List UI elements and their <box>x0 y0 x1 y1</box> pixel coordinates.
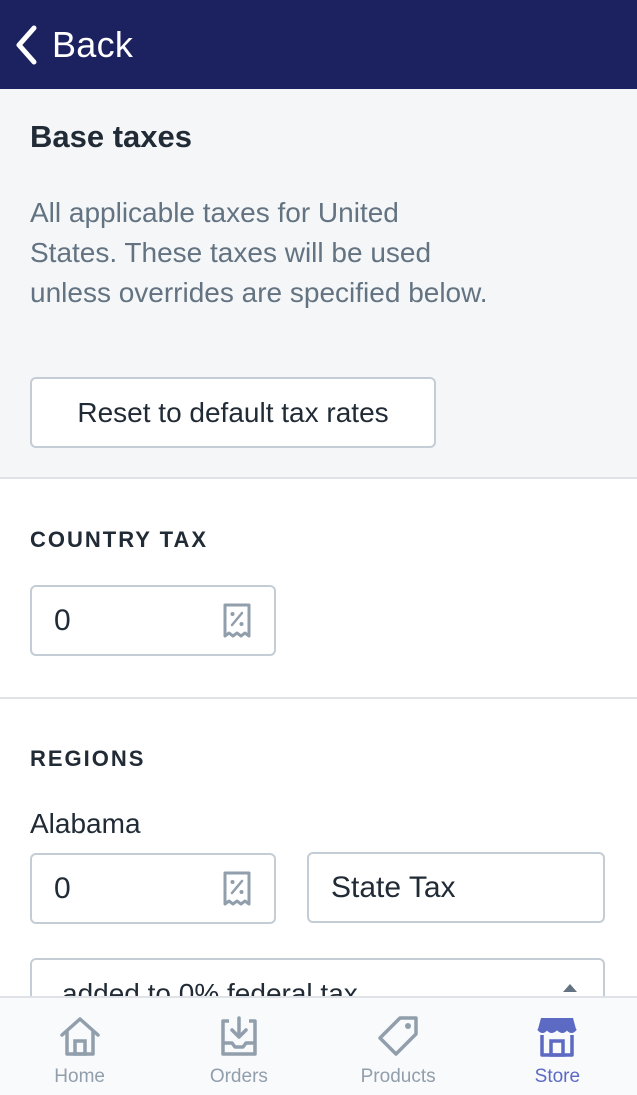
base-taxes-section: Base taxes All applicable taxes for Unit… <box>0 89 637 479</box>
tab-store[interactable]: Store <box>478 998 637 1095</box>
region-name: Alabama <box>30 808 141 839</box>
chevron-left-icon <box>16 25 37 64</box>
percent-receipt-icon <box>223 871 251 905</box>
country-tax-label: COUNTRY TAX <box>30 527 209 552</box>
top-bar: Back <box>0 0 637 89</box>
products-icon <box>378 1016 418 1056</box>
base-taxes-description: All applicable taxes for United States. … <box>30 197 488 308</box>
tab-products[interactable]: Products <box>319 998 478 1095</box>
region-tax-name-input[interactable]: State Tax <box>307 852 605 923</box>
store-icon <box>537 1018 578 1057</box>
region-rate-input[interactable]: 0 <box>30 853 276 924</box>
back-label: Back <box>52 23 134 65</box>
base-taxes-title: Base taxes <box>30 119 193 154</box>
tab-store-label: Store <box>534 1066 581 1087</box>
reset-tax-rates-button[interactable]: Reset to default tax rates <box>30 377 436 448</box>
home-icon <box>59 1017 100 1056</box>
regions-label: REGIONS <box>30 746 146 771</box>
tab-orders-label: Orders <box>209 1066 268 1087</box>
region-rate-value: 0 <box>54 871 71 905</box>
orders-icon <box>221 1016 257 1056</box>
back-button[interactable]: Back <box>0 0 133 89</box>
region-tax-name-value: State Tax <box>331 870 456 904</box>
country-tax-input[interactable]: 0 <box>30 585 276 656</box>
caret-up-icon <box>563 984 577 992</box>
divider <box>0 697 637 699</box>
country-tax-value: 0 <box>54 603 71 637</box>
tab-home[interactable]: Home <box>0 998 159 1095</box>
bottom-tab-bar: Home Orders Products Store <box>0 996 637 1095</box>
tab-products-label: Products <box>360 1066 436 1087</box>
percent-receipt-icon <box>223 603 251 637</box>
tab-orders[interactable]: Orders <box>159 998 318 1095</box>
tab-home-label: Home <box>54 1066 105 1087</box>
